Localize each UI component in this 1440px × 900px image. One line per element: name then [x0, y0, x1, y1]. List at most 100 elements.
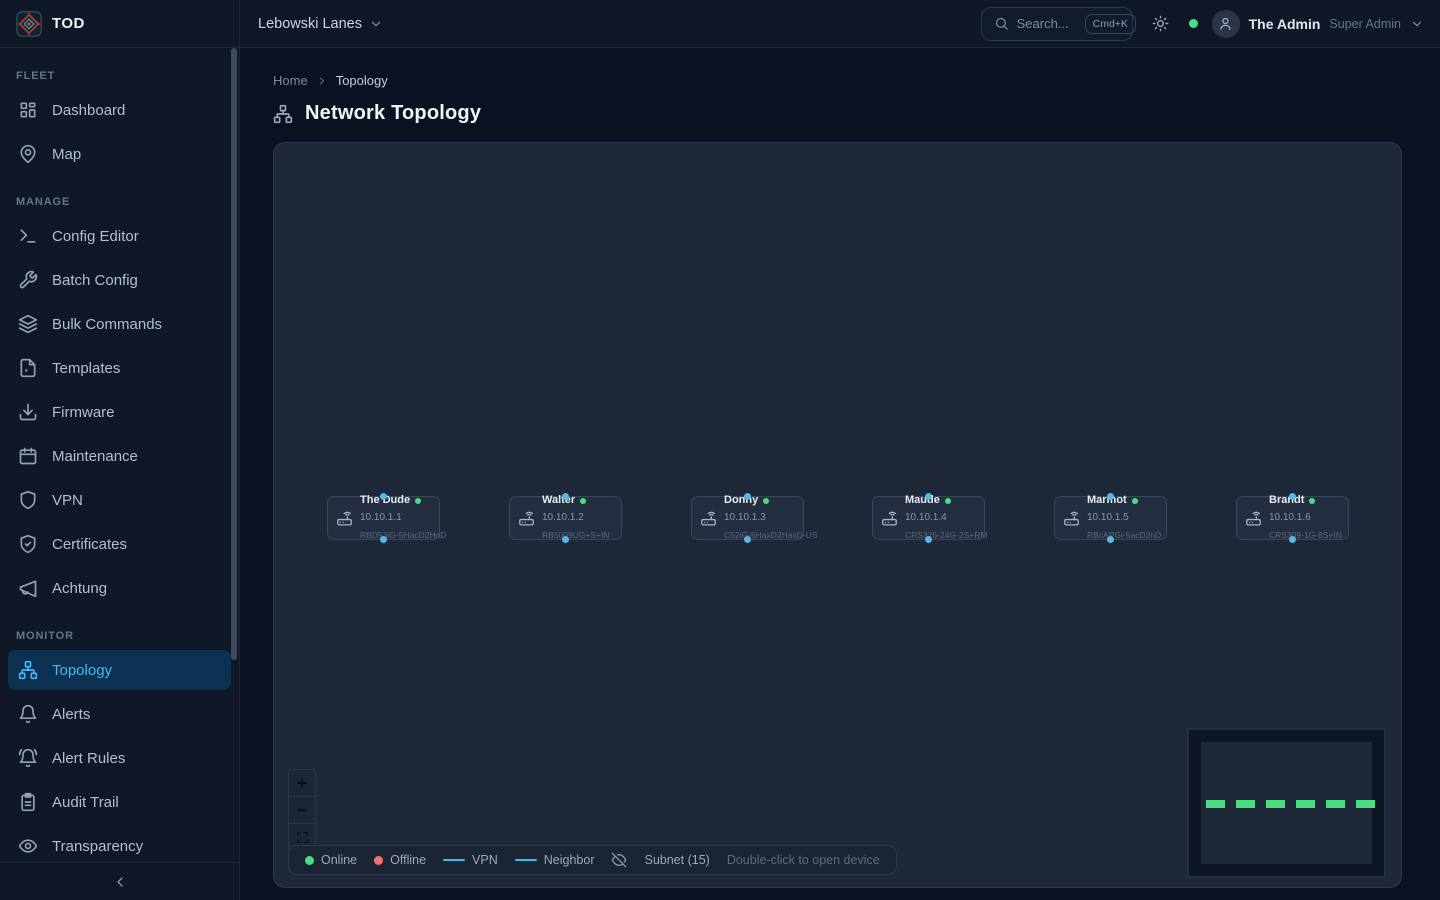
- node-handle-top: [744, 493, 751, 500]
- user-menu[interactable]: The Admin Super Admin: [1212, 10, 1424, 38]
- user-role: Super Admin: [1329, 17, 1401, 31]
- topbar: TOD Lebowski Lanes Cmd+K: [0, 0, 1440, 48]
- sidebar-item-firmware[interactable]: Firmware: [8, 390, 231, 434]
- sidebar-item-transparency[interactable]: Transparency: [8, 824, 231, 862]
- vpn-line-swatch: [443, 859, 465, 862]
- device-node-the-dude[interactable]: The Dude 10.10.1.1 RBD53iG-5HacD2HnD: [327, 496, 440, 540]
- node-ip: 10.10.1.4: [905, 512, 947, 523]
- sidebar-item-map[interactable]: Map: [8, 132, 231, 176]
- minimap[interactable]: [1187, 728, 1386, 878]
- minimap-viewport: [1201, 742, 1372, 864]
- connection-status-dot: [1189, 19, 1198, 28]
- node-handle-bottom: [1289, 536, 1296, 543]
- router-icon: [700, 510, 717, 527]
- bell-ring-icon: [18, 748, 38, 768]
- neighbor-line-swatch: [515, 859, 537, 862]
- offline-dot: [374, 856, 383, 865]
- online-status-dot: [580, 498, 586, 504]
- chevron-left-icon: [112, 874, 128, 890]
- sidebar-item-achtung[interactable]: Achtung: [8, 566, 231, 610]
- online-status-dot: [763, 498, 769, 504]
- legend-neighbor: Neighbor: [515, 853, 595, 867]
- sidebar-item-batch-config[interactable]: Batch Config: [8, 258, 231, 302]
- sidebar-section-monitor: MONITOR: [8, 610, 231, 648]
- minimap-node: [1356, 800, 1375, 808]
- sidebar-item-alert-rules[interactable]: Alert Rules: [8, 736, 231, 780]
- node-model: CRS309-1G-8S+IN: [1269, 530, 1342, 540]
- router-icon: [336, 510, 353, 527]
- sidebar-item-maintenance[interactable]: Maintenance: [8, 434, 231, 478]
- chevron-down-icon: [1410, 17, 1424, 31]
- subnet-visibility-toggle[interactable]: [611, 852, 627, 868]
- node-model: RB5009UG+S+IN: [542, 530, 610, 540]
- node-model: CRS326-24G-2S+RM: [905, 530, 987, 540]
- sidebar-scrollbar[interactable]: [231, 48, 237, 660]
- search-box[interactable]: Cmd+K: [981, 7, 1133, 41]
- topology-canvas[interactable]: The Dude 10.10.1.1 RBD53iG-5HacD2HnD Wal…: [273, 142, 1402, 888]
- breadcrumb: Home Topology: [273, 73, 1402, 88]
- node-ip: 10.10.1.1: [360, 512, 402, 523]
- node-handle-top: [380, 493, 387, 500]
- layers-icon: [18, 314, 38, 334]
- node-ip: 10.10.1.6: [1269, 512, 1311, 523]
- main-content: Home Topology Network Topology The Dude …: [240, 48, 1440, 900]
- page-title: Network Topology: [305, 102, 481, 125]
- theme-toggle-button[interactable]: [1147, 10, 1175, 38]
- device-node-marmot[interactable]: Marmot 10.10.1.5 RBcAPGi-5acD2nD: [1054, 496, 1167, 540]
- sidebar-section-manage: MANAGE: [8, 176, 231, 214]
- canvas-controls: + −: [288, 769, 316, 852]
- page-title-row: Network Topology: [273, 102, 1402, 125]
- node-handle-bottom: [744, 536, 751, 543]
- topbar-main: Lebowski Lanes Cmd+K The Admin: [240, 0, 1440, 47]
- minimap-node: [1236, 800, 1255, 808]
- search-input[interactable]: [1017, 16, 1077, 31]
- node-model: RBcAPGi-5acD2nD: [1087, 530, 1161, 540]
- sidebar-item-certificates[interactable]: Certificates: [8, 522, 231, 566]
- sidebar-item-bulk-commands[interactable]: Bulk Commands: [8, 302, 231, 346]
- zoom-in-button[interactable]: +: [289, 770, 315, 797]
- router-icon: [1063, 510, 1080, 527]
- router-icon: [518, 510, 535, 527]
- calendar-icon: [18, 446, 38, 466]
- fit-view-icon: [296, 831, 309, 844]
- node-ip: 10.10.1.3: [724, 512, 766, 523]
- node-name: Maude: [905, 494, 940, 508]
- breadcrumb-current: Topology: [336, 73, 388, 88]
- device-node-donny[interactable]: Donny 10.10.1.3 C52iG-5HaxD2HaxD-US: [691, 496, 804, 540]
- breadcrumb-home[interactable]: Home: [273, 73, 308, 88]
- shield-icon: [18, 490, 38, 510]
- shield-check-icon: [18, 534, 38, 554]
- sun-icon: [1152, 15, 1169, 32]
- eye-icon: [18, 836, 38, 856]
- zoom-out-button[interactable]: −: [289, 797, 315, 824]
- sidebar-item-audit-trail[interactable]: Audit Trail: [8, 780, 231, 824]
- sidebar-item-config-editor[interactable]: Config Editor: [8, 214, 231, 258]
- node-handle-top: [1289, 493, 1296, 500]
- sidebar-item-alerts[interactable]: Alerts: [8, 692, 231, 736]
- online-status-dot: [945, 498, 951, 504]
- legend-offline: Offline: [374, 853, 426, 867]
- sidebar-item-topology[interactable]: Topology: [8, 650, 231, 690]
- minimap-node: [1206, 800, 1225, 808]
- node-ip: 10.10.1.5: [1087, 512, 1129, 523]
- device-node-brandt[interactable]: Brandt 10.10.1.6 CRS309-1G-8S+IN: [1236, 496, 1349, 540]
- sidebar-item-templates[interactable]: Templates: [8, 346, 231, 390]
- device-node-walter[interactable]: Walter 10.10.1.2 RB5009UG+S+IN: [509, 496, 622, 540]
- node-name: Donny: [724, 494, 758, 508]
- brand-logo-icon: [16, 11, 42, 37]
- topbar-right: Cmd+K The Admin Super Admin: [981, 7, 1424, 41]
- topology-legend: Online Offline VPN Neighbor Subnet (15) …: [288, 845, 897, 875]
- dashboard-icon: [18, 100, 38, 120]
- sidebar-item-dashboard[interactable]: Dashboard: [8, 88, 231, 132]
- router-icon: [1245, 510, 1262, 527]
- sidebar-collapse-button[interactable]: [0, 862, 239, 900]
- device-node-maude[interactable]: Maude 10.10.1.4 CRS326-24G-2S+RM: [872, 496, 985, 540]
- node-handle-top: [562, 493, 569, 500]
- brand-name: TOD: [52, 15, 85, 32]
- node-handle-top: [1107, 493, 1114, 500]
- sidebar-item-vpn[interactable]: VPN: [8, 478, 231, 522]
- org-selector[interactable]: Lebowski Lanes: [258, 16, 383, 32]
- eye-off-icon: [611, 852, 627, 868]
- node-handle-bottom: [1107, 536, 1114, 543]
- node-name: Walter: [542, 494, 575, 508]
